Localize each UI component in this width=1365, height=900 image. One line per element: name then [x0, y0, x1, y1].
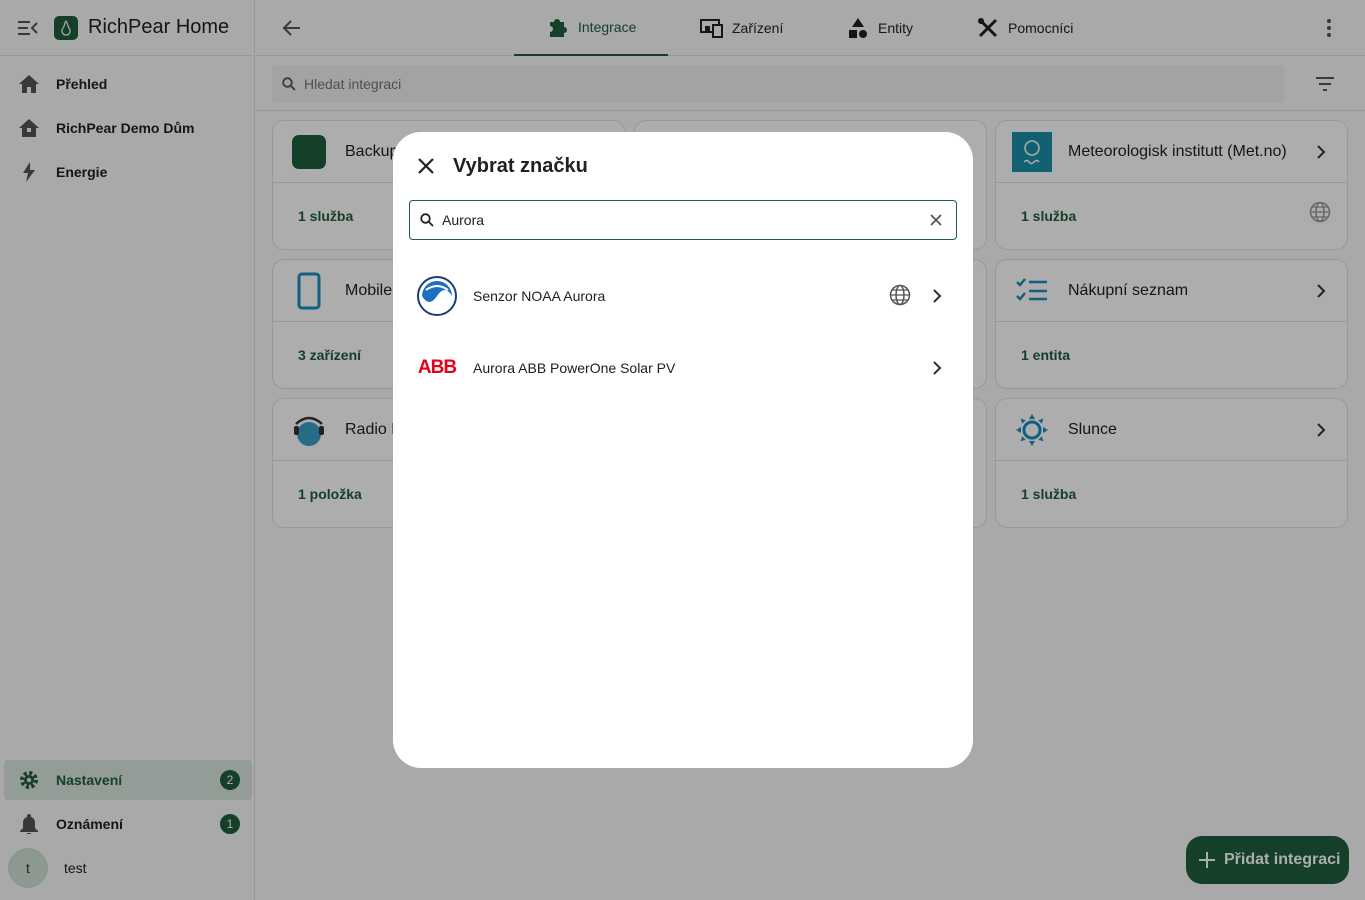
cloud-globe-icon — [889, 284, 913, 308]
brand-list-item[interactable]: Senzor NOAA Aurora — [393, 260, 973, 332]
search-icon — [420, 213, 434, 227]
brand-name: Senzor NOAA Aurora — [473, 288, 606, 304]
chevron-right-icon — [925, 284, 949, 308]
abb-logo-icon: ABB — [417, 348, 457, 388]
brand-search-input[interactable]: Aurora — [409, 200, 957, 240]
close-icon[interactable] — [414, 154, 438, 178]
brand-search-value: Aurora — [442, 212, 485, 228]
chevron-right-icon — [925, 356, 949, 380]
noaa-logo-icon — [417, 276, 457, 316]
dialog-title: Vybrat značku — [453, 155, 588, 177]
abb-logo-text: ABB — [417, 357, 457, 378]
brand-picker-dialog: Vybrat značku Aurora Senzor NOAA Aurora … — [393, 132, 973, 768]
clear-search-icon[interactable] — [926, 210, 946, 230]
brand-name: Aurora ABB PowerOne Solar PV — [473, 360, 676, 376]
brand-list-item[interactable]: ABB Aurora ABB PowerOne Solar PV — [393, 332, 973, 404]
